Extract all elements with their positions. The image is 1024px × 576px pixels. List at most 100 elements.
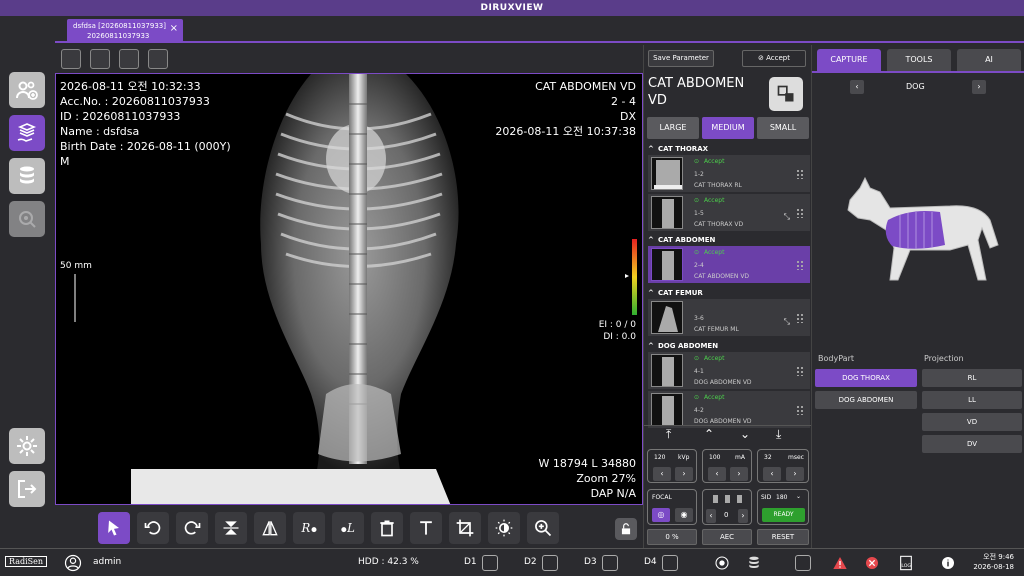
drag-handle-icon[interactable] bbox=[796, 313, 804, 323]
protocol-group-header[interactable]: CAT THORAX bbox=[644, 143, 812, 155]
species-prev-button[interactable]: ‹ bbox=[850, 80, 864, 94]
delete-button[interactable] bbox=[371, 512, 403, 544]
aec-button[interactable]: AEC bbox=[702, 529, 752, 545]
invert-button[interactable] bbox=[488, 512, 520, 544]
msec-decrease-button[interactable]: ‹ bbox=[763, 467, 781, 481]
crop-button[interactable] bbox=[449, 512, 481, 544]
detector-decrease-button[interactable]: ‹ bbox=[706, 509, 716, 523]
drag-handle-icon[interactable] bbox=[796, 366, 804, 376]
rotate-left-button[interactable] bbox=[137, 512, 169, 544]
left-navigation-rail bbox=[0, 16, 55, 548]
image-viewer[interactable]: 2026-08-11 오전 10:32:33 Acc.No. : 2026081… bbox=[55, 73, 643, 505]
layout-2-button[interactable] bbox=[90, 49, 110, 69]
projection-dv[interactable]: DV bbox=[922, 435, 1022, 453]
bodypart-dog-thorax[interactable]: DOG THORAX bbox=[815, 369, 917, 387]
focal-small-button[interactable]: ◉ bbox=[675, 508, 693, 522]
expand-arrow-icon[interactable]: ⤡ bbox=[784, 212, 790, 222]
image-search-button[interactable] bbox=[9, 201, 45, 237]
protocol-item-active[interactable]: ⊙ Accept 2-4 CAT ABDOMEN VD bbox=[648, 246, 810, 283]
close-tab-icon[interactable]: × bbox=[170, 24, 178, 34]
ma-increase-button[interactable]: › bbox=[730, 467, 748, 481]
select-tool-button[interactable] bbox=[98, 512, 130, 544]
error-icon[interactable] bbox=[864, 555, 880, 571]
study-tab[interactable]: dsfdsa [20260811037933] 20260811037933 × bbox=[67, 19, 183, 43]
protocol-thumbnail bbox=[651, 393, 683, 426]
size-medium-button[interactable]: MEDIUM bbox=[702, 117, 754, 139]
protocol-item[interactable]: 3-6 CAT FEMUR ML ⤡ bbox=[648, 299, 810, 336]
layout-4-button[interactable] bbox=[148, 49, 168, 69]
scroll-top-icon[interactable]: ⤒ bbox=[666, 427, 671, 442]
protocol-group-header[interactable]: CAT FEMUR bbox=[644, 287, 812, 299]
generator-icon[interactable] bbox=[714, 555, 730, 571]
size-large-button[interactable]: LARGE bbox=[647, 117, 699, 139]
flip-horizontal-button[interactable] bbox=[254, 512, 286, 544]
msec-increase-button[interactable]: › bbox=[786, 467, 804, 481]
bodypart-dog-abdomen[interactable]: DOG ABDOMEN bbox=[815, 391, 917, 409]
flip-vertical-button[interactable] bbox=[215, 512, 247, 544]
drag-handle-icon[interactable] bbox=[796, 169, 804, 179]
text-annotation-button[interactable] bbox=[410, 512, 442, 544]
species-next-button[interactable]: › bbox=[972, 80, 986, 94]
scroll-bottom-icon[interactable]: ⤓ bbox=[776, 427, 781, 442]
protocol-item[interactable]: ⊙ Accept 1-2 CAT THORAX RL bbox=[648, 155, 810, 192]
network-icon[interactable] bbox=[795, 555, 811, 571]
kvp-decrease-button[interactable]: ‹ bbox=[653, 467, 671, 481]
right-marker-button[interactable]: R bbox=[293, 512, 325, 544]
layout-1-button[interactable] bbox=[61, 49, 81, 69]
detector-increase-button[interactable]: › bbox=[738, 509, 748, 523]
protocol-group-header[interactable]: DOG ABDOMEN bbox=[644, 340, 812, 352]
protocol-name: CAT THORAX VD bbox=[694, 221, 744, 228]
zoom-button[interactable] bbox=[527, 512, 559, 544]
rotate-right-icon bbox=[184, 521, 201, 535]
storage-icon[interactable] bbox=[746, 555, 762, 571]
database-button[interactable] bbox=[9, 158, 45, 194]
detector-d1-icon[interactable] bbox=[482, 555, 498, 571]
projection-vd[interactable]: VD bbox=[922, 413, 1022, 431]
drag-handle-icon[interactable] bbox=[796, 260, 804, 270]
protocol-code: 4-1 bbox=[694, 368, 704, 375]
detector-d2-icon[interactable] bbox=[542, 555, 558, 571]
reset-button[interactable]: RESET bbox=[757, 529, 809, 545]
projection-rl[interactable]: RL bbox=[922, 369, 1022, 387]
tab-capture[interactable]: CAPTURE bbox=[817, 49, 881, 71]
size-small-button[interactable]: SMALL bbox=[757, 117, 809, 139]
detector-d3-icon[interactable] bbox=[602, 555, 618, 571]
tab-ai[interactable]: AI bbox=[957, 49, 1021, 71]
rotate-right-button[interactable] bbox=[176, 512, 208, 544]
drag-handle-icon[interactable] bbox=[796, 208, 804, 218]
tab-tools[interactable]: TOOLS bbox=[887, 49, 951, 71]
scroll-up-icon[interactable]: ⌃ bbox=[704, 427, 714, 441]
chevron-down-icon[interactable]: ⌄ bbox=[796, 493, 801, 500]
left-marker-button[interactable]: L bbox=[332, 512, 364, 544]
protocol-view-button[interactable] bbox=[769, 77, 803, 111]
clock-time: 오전 9:46 bbox=[983, 553, 1014, 561]
l-marker-icon: L bbox=[341, 521, 355, 535]
detector-d4-icon[interactable] bbox=[662, 555, 678, 571]
settings-button[interactable] bbox=[9, 428, 45, 464]
projection-header: Projection bbox=[924, 354, 964, 363]
dog-anatomy-diagram[interactable] bbox=[840, 170, 1000, 290]
brand-logo: RadiSen bbox=[5, 556, 48, 567]
info-icon[interactable] bbox=[940, 555, 956, 571]
ma-decrease-button[interactable]: ‹ bbox=[708, 467, 726, 481]
kvp-increase-button[interactable]: › bbox=[675, 467, 693, 481]
focal-large-button[interactable]: ◎ bbox=[652, 508, 670, 522]
protocol-item[interactable]: ⊙ Accept 1-5 CAT THORAX VD ⤡ bbox=[648, 194, 810, 231]
save-parameter-button[interactable]: Save Parameter bbox=[648, 50, 714, 67]
scroll-down-icon[interactable]: ⌄ bbox=[740, 427, 750, 441]
log-icon[interactable]: LOG bbox=[898, 555, 914, 571]
protocol-item[interactable]: ⊙ Accept 4-2 DOG ABDOMEN VD bbox=[648, 391, 810, 428]
logout-button[interactable] bbox=[9, 471, 45, 507]
acquisition-button[interactable] bbox=[9, 115, 45, 151]
drag-handle-icon[interactable] bbox=[796, 405, 804, 415]
projection-ll[interactable]: LL bbox=[922, 391, 1022, 409]
protocol-group-header[interactable]: CAT ABDOMEN bbox=[644, 234, 812, 246]
accept-button[interactable]: ⊘ Accept bbox=[742, 50, 806, 67]
sid-value[interactable]: 180 bbox=[776, 494, 787, 501]
alert-icon[interactable] bbox=[832, 555, 848, 571]
protocol-item[interactable]: ⊙ Accept 4-1 DOG ABDOMEN VD bbox=[648, 352, 810, 389]
expand-arrow-icon[interactable]: ⤡ bbox=[784, 317, 790, 327]
layout-3-button[interactable] bbox=[119, 49, 139, 69]
patient-register-button[interactable] bbox=[9, 72, 45, 108]
unlock-button[interactable] bbox=[615, 518, 637, 540]
